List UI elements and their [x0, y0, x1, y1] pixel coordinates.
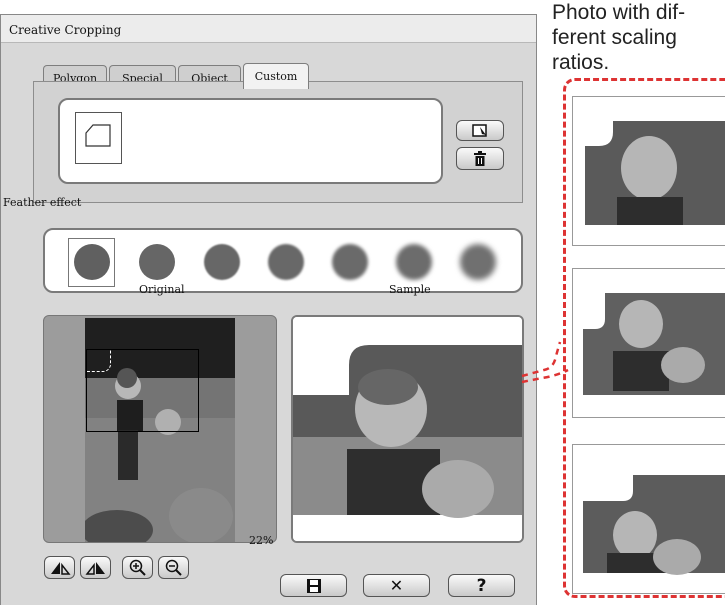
feather-level-3[interactable] — [204, 244, 240, 280]
save-icon — [306, 578, 321, 593]
sample-preview — [291, 315, 524, 543]
window-title: Creative Cropping — [1, 15, 536, 43]
feather-effect-selector — [43, 228, 523, 293]
original-preview — [43, 315, 277, 543]
cancel-button[interactable]: ✕ — [363, 574, 430, 597]
zoom-in-button[interactable] — [122, 556, 153, 579]
add-shape-button[interactable] — [456, 120, 504, 141]
feather-level-5[interactable] — [332, 244, 368, 280]
rotate-left-button[interactable] — [44, 556, 75, 579]
crop-handle[interactable] — [87, 350, 111, 372]
trash-icon — [474, 151, 486, 166]
custom-shape-icon — [85, 124, 111, 147]
zoom-level: 22% — [249, 534, 274, 547]
feather-level-1[interactable] — [74, 244, 110, 280]
add-shape-icon — [472, 123, 487, 138]
feather-level-2[interactable] — [139, 244, 175, 280]
creative-cropping-dialog: Creative Cropping Polygon Special Object… — [0, 14, 537, 605]
feather-level-7[interactable] — [460, 244, 496, 280]
scaled-thumbnail-2 — [572, 268, 725, 418]
annotation-text: Photo with dif-ferent scaling ratios. — [552, 1, 686, 74]
delete-button[interactable] — [456, 147, 504, 170]
shape-gallery — [58, 98, 443, 184]
feather-level-4[interactable] — [268, 244, 304, 280]
feather-level-6[interactable] — [396, 244, 432, 280]
custom-panel — [33, 81, 523, 203]
zoom-out-icon — [165, 559, 182, 576]
rotate-right-icon — [84, 561, 105, 575]
rotate-right-button[interactable] — [80, 556, 111, 579]
zoom-out-button[interactable] — [158, 556, 189, 579]
sample-photo — [293, 317, 522, 541]
original-label: Original — [139, 283, 185, 296]
feather-effect-label: Feather effect — [3, 196, 82, 209]
rotate-left-icon — [50, 561, 71, 575]
zoom-in-icon — [129, 559, 146, 576]
scaled-thumbnail-3 — [572, 444, 725, 594]
custom-shape-thumbnail[interactable] — [75, 112, 122, 164]
save-button[interactable] — [280, 574, 347, 597]
tab-custom[interactable]: Custom — [243, 63, 309, 89]
sample-label: Sample — [389, 283, 431, 296]
help-button[interactable]: ? — [448, 574, 515, 597]
scaled-thumbnail-1 — [572, 96, 725, 246]
